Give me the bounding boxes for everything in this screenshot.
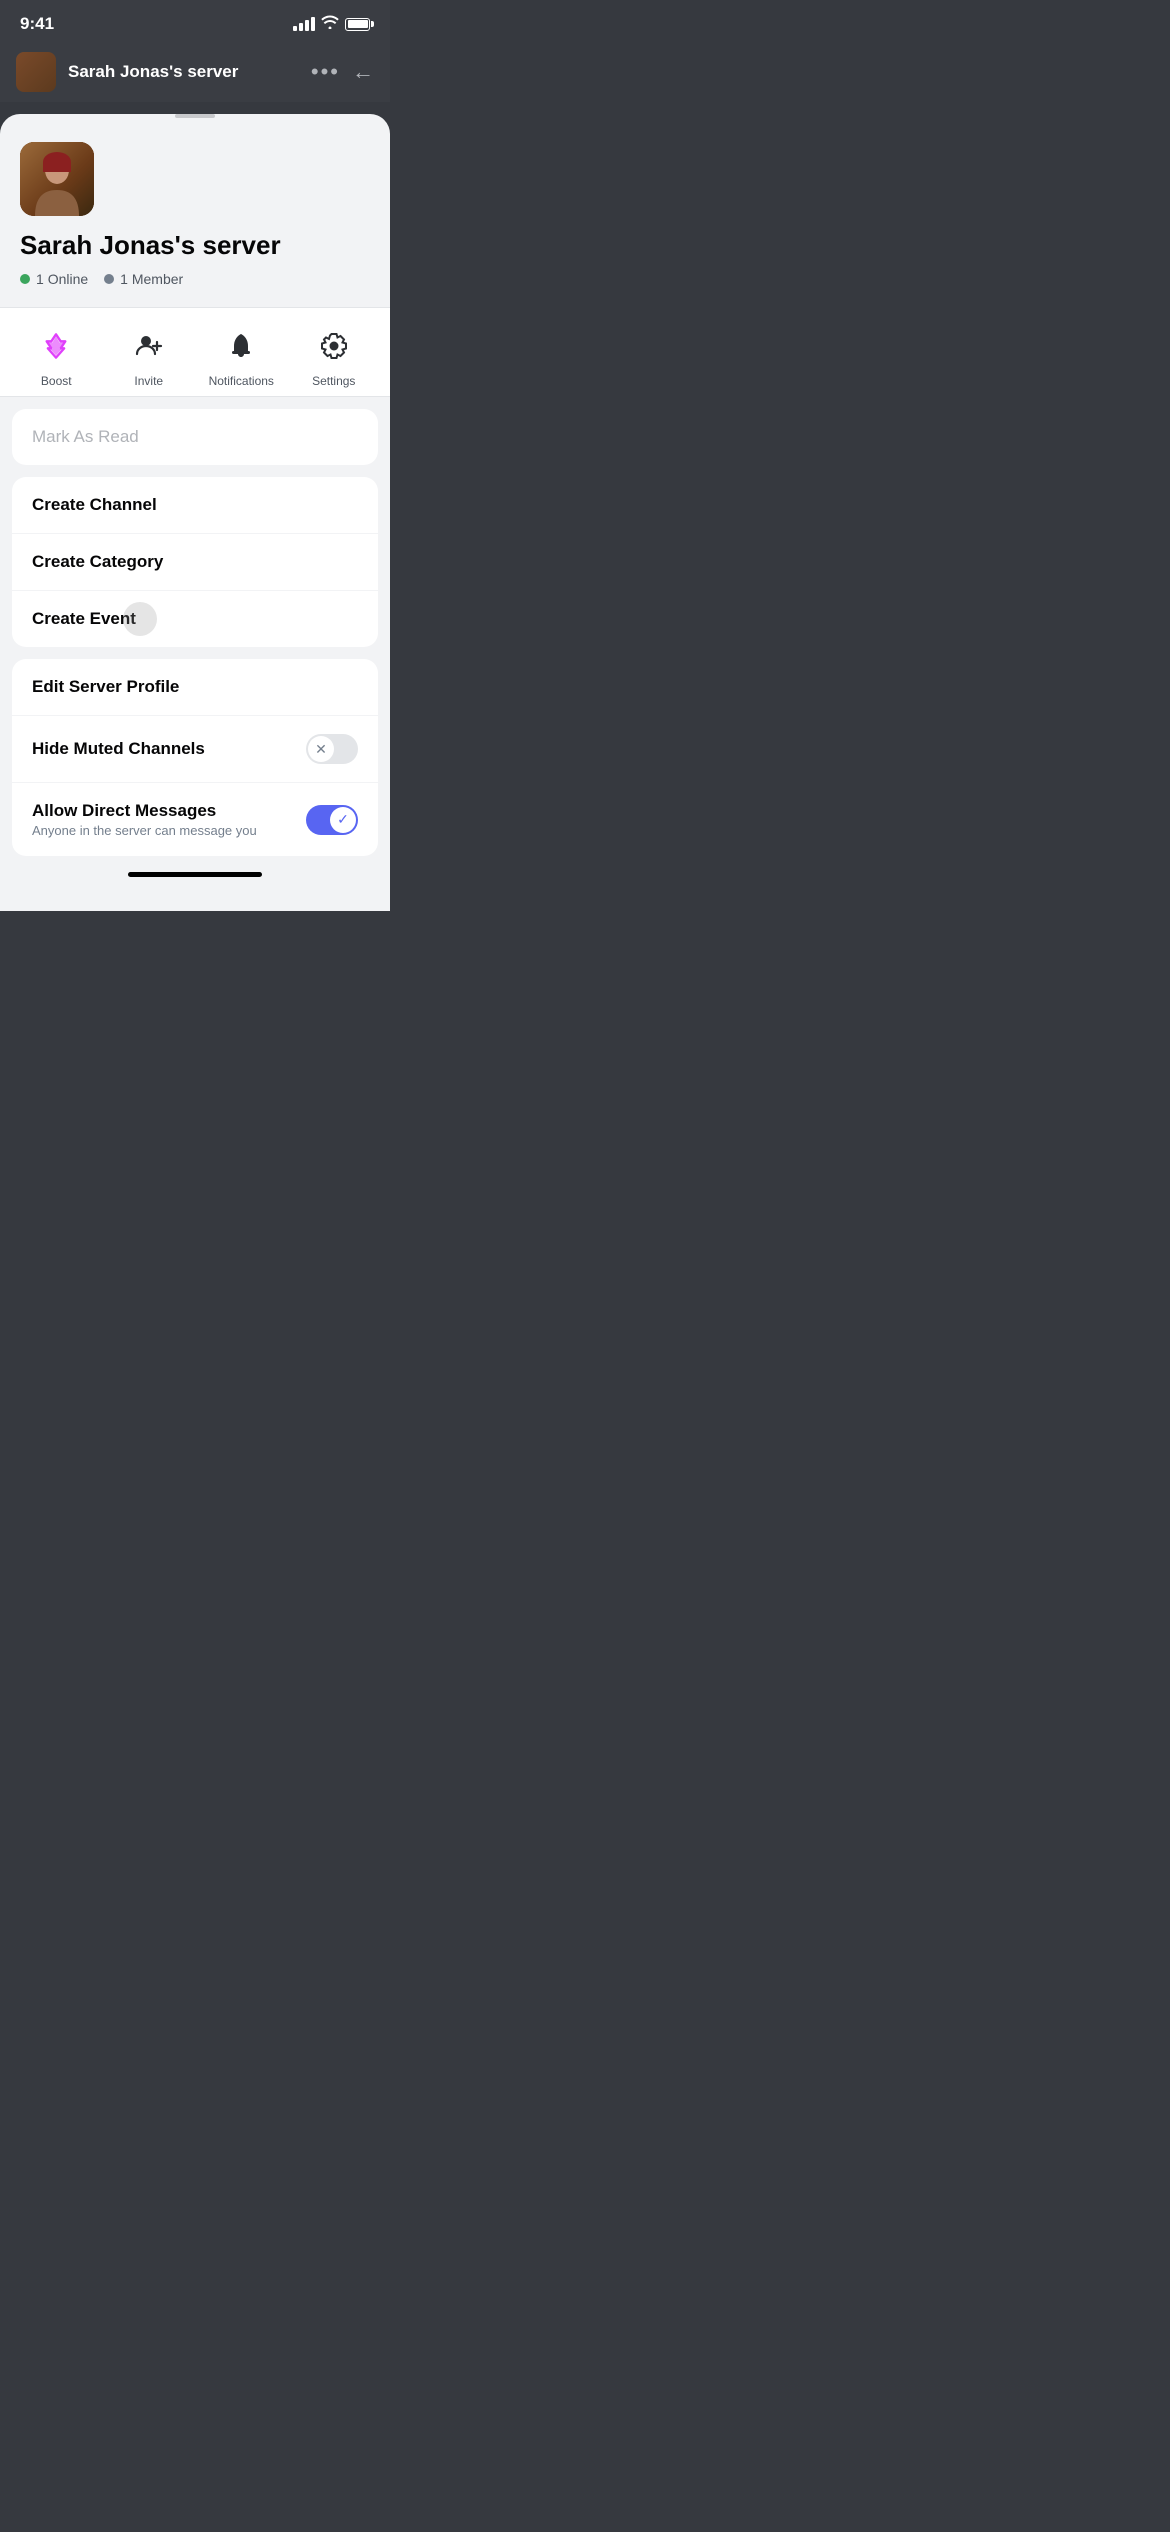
edit-server-profile-label: Edit Server Profile: [32, 677, 358, 697]
server-name: Sarah Jonas's server: [20, 230, 370, 261]
signal-icon: [293, 17, 315, 31]
create-menu-card: Create Channel Create Category Create Ev…: [12, 477, 378, 647]
mark-as-read-card[interactable]: Mark As Read: [12, 409, 378, 465]
home-indicator: [128, 872, 262, 877]
toggle-x-icon: ✕: [315, 741, 327, 758]
create-event-label: Create Event: [32, 609, 136, 629]
create-channel-item[interactable]: Create Channel: [12, 477, 378, 534]
member-stats: 1 Online 1 Member: [20, 271, 370, 287]
boost-label: Boost: [41, 374, 72, 388]
create-event-item[interactable]: Create Event: [12, 591, 378, 647]
invite-icon: [127, 324, 171, 368]
settings-action[interactable]: Settings: [288, 324, 381, 388]
mark-as-read-label: Mark As Read: [32, 427, 139, 446]
online-count: 1 Online: [36, 271, 88, 287]
toggle-knob-off: ✕: [308, 736, 334, 762]
edit-server-profile-text: Edit Server Profile: [32, 677, 358, 697]
settings-icon: [312, 324, 356, 368]
top-header: Sarah Jonas's server ••• ←: [0, 42, 390, 102]
back-button[interactable]: ←: [352, 59, 374, 85]
member-dot: [104, 274, 114, 284]
status-time: 9:41: [20, 14, 54, 34]
hide-muted-channels-text: Hide Muted Channels: [32, 739, 306, 759]
toggle-knob-on: ✓: [330, 807, 356, 833]
allow-direct-messages-text: Allow Direct Messages Anyone in the serv…: [32, 801, 306, 838]
allow-direct-messages-toggle[interactable]: ✓: [306, 805, 358, 835]
wifi-icon: [321, 15, 339, 34]
boost-icon: [34, 324, 78, 368]
status-icons: [293, 15, 370, 34]
top-server-name: Sarah Jonas's server: [68, 62, 299, 82]
hide-muted-channels-label: Hide Muted Channels: [32, 739, 306, 759]
top-server-avatar: [16, 52, 56, 92]
create-channel-label: Create Channel: [32, 495, 157, 515]
notifications-label: Notifications: [209, 374, 274, 388]
server-profile: Sarah Jonas's server 1 Online 1 Member: [0, 134, 390, 307]
allow-direct-messages-item[interactable]: Allow Direct Messages Anyone in the serv…: [12, 783, 378, 856]
member-stat: 1 Member: [104, 271, 183, 287]
drag-handle[interactable]: [175, 114, 215, 118]
settings-label: Settings: [312, 374, 355, 388]
edit-server-profile-item[interactable]: Edit Server Profile: [12, 659, 378, 716]
server-avatar: [20, 142, 94, 216]
allow-direct-messages-label: Allow Direct Messages: [32, 801, 306, 821]
action-row: Boost Invite Noti: [0, 307, 390, 397]
bottom-sheet: Sarah Jonas's server 1 Online 1 Member B…: [0, 114, 390, 911]
more-options-button[interactable]: •••: [311, 59, 340, 85]
toggle-check-icon: ✓: [337, 811, 349, 828]
status-bar: 9:41: [0, 0, 390, 42]
allow-direct-messages-sublabel: Anyone in the server can message you: [32, 823, 306, 838]
invite-label: Invite: [134, 374, 163, 388]
member-count: 1 Member: [120, 271, 183, 287]
create-category-label: Create Category: [32, 552, 163, 572]
notifications-action[interactable]: Notifications: [195, 324, 288, 388]
hide-muted-channels-toggle[interactable]: ✕: [306, 734, 358, 764]
create-category-item[interactable]: Create Category: [12, 534, 378, 591]
boost-action[interactable]: Boost: [10, 324, 103, 388]
online-dot: [20, 274, 30, 284]
online-stat: 1 Online: [20, 271, 88, 287]
notifications-icon: [219, 324, 263, 368]
settings-menu-card: Edit Server Profile Hide Muted Channels …: [12, 659, 378, 856]
battery-icon: [345, 18, 370, 31]
invite-action[interactable]: Invite: [103, 324, 196, 388]
hide-muted-channels-item[interactable]: Hide Muted Channels ✕: [12, 716, 378, 783]
